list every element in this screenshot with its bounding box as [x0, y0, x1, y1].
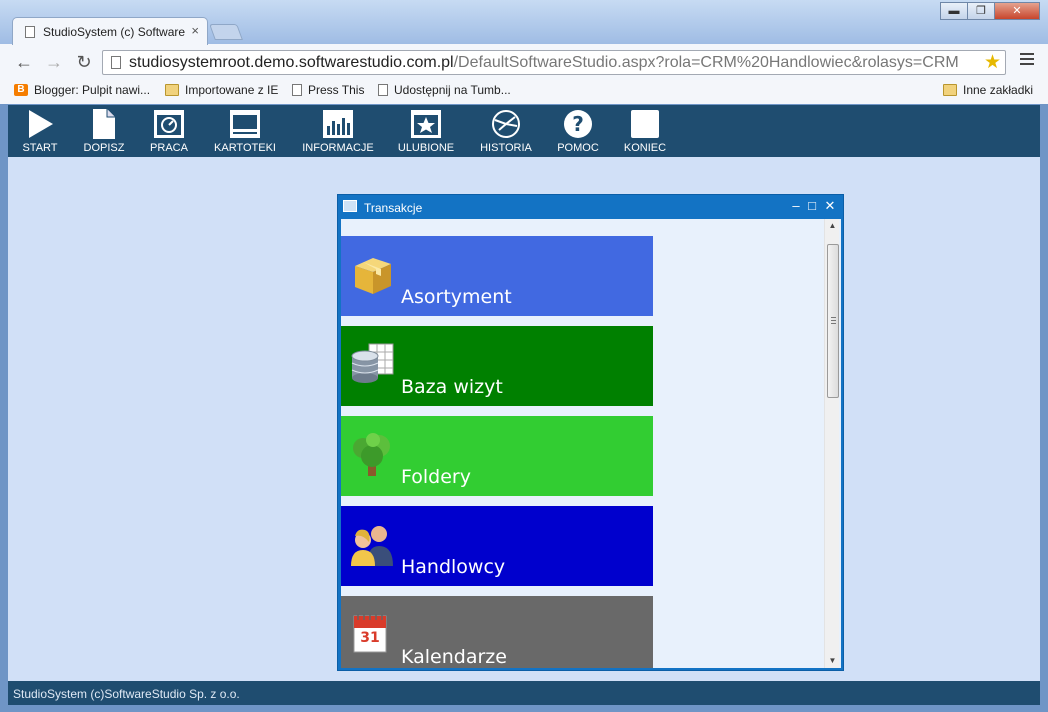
tile-handlowcy[interactable]: Handlowcy: [341, 506, 653, 586]
close-window-button[interactable]: ✕: [994, 2, 1040, 20]
calendar-day: 31: [360, 630, 379, 646]
work-monitor-icon: [154, 110, 184, 138]
window-maximize-button[interactable]: □: [805, 198, 819, 214]
footer-text: StudioSystem (c)SoftwareStudio Sp. z o.o…: [13, 687, 240, 701]
toolbar-label: DOPISZ: [83, 142, 125, 154]
browser-tab[interactable]: StudioSystem (c) Software ×: [12, 17, 208, 45]
menu-icon[interactable]: [1020, 53, 1034, 68]
tile-label: Baza wizyt: [401, 376, 503, 398]
bookmark-label: Udostępnij na Tumb...: [394, 83, 511, 97]
url-path: /DefaultSoftwareStudio.aspx?rola=CRM%20H…: [453, 54, 959, 71]
toolbar-dopisz[interactable]: DOPISZ: [80, 108, 128, 154]
tile-label: Handlowcy: [401, 556, 506, 578]
window-title: Transakcje: [364, 201, 423, 215]
toolbar-label: ULUBIONE: [397, 142, 455, 154]
tile-asortyment[interactable]: Asortyment: [341, 236, 653, 316]
tile-label: Asortyment: [401, 286, 512, 308]
toolbar-label: INFORMACJE: [302, 142, 374, 154]
window-minimize-button[interactable]: ‒: [789, 198, 803, 214]
calendar-icon: 31: [353, 614, 387, 653]
history-icon: [492, 110, 520, 138]
help-icon: ?: [564, 110, 592, 138]
window-close-button[interactable]: ✕: [823, 198, 837, 214]
vertical-scrollbar[interactable]: ▲ ▼: [824, 219, 839, 668]
toolbar-historia[interactable]: HISTORIA: [476, 108, 536, 154]
bookmark-label: Inne zakładki: [963, 83, 1034, 97]
forward-button[interactable]: →: [42, 51, 66, 73]
chart-icon: [323, 110, 353, 138]
folder-icon: [165, 84, 179, 96]
app-footer: StudioSystem (c)SoftwareStudio Sp. z o.o…: [8, 681, 1040, 705]
window-icon: [343, 200, 357, 212]
toolbar-praca[interactable]: PRACA: [148, 108, 190, 154]
toolbar-pomoc[interactable]: ? POMOC: [554, 108, 602, 154]
bookmark-label: Importowane z IE: [185, 83, 279, 97]
people-icon: [351, 526, 393, 566]
window-border-right: [1040, 104, 1048, 712]
tile-foldery[interactable]: Foldery: [341, 416, 653, 496]
reload-button[interactable]: ↻: [72, 51, 96, 73]
new-tab-button[interactable]: [209, 24, 243, 40]
tile-kalendarze[interactable]: 31 Kalendarze: [341, 596, 653, 668]
window-titlebar[interactable]: Transakcje ‒ □ ✕: [338, 195, 843, 219]
transakcje-window: Transakcje ‒ □ ✕ Asortyment Baza wizyt F…: [337, 194, 844, 671]
toolbar-koniec[interactable]: KONIEC: [620, 108, 670, 154]
tile-baza-wizyt[interactable]: Baza wizyt: [341, 326, 653, 406]
toolbar-ulubione[interactable]: ULUBIONE: [394, 108, 458, 154]
blogger-icon: B: [14, 84, 28, 96]
page-icon: [111, 56, 121, 69]
navigation-bar: ← → ↻ studiosystemroot.demo.softwarestud…: [0, 45, 1048, 80]
window-buttons: ▬ ❐ ✕: [940, 2, 1040, 20]
bookmark-blogger[interactable]: B Blogger: Pulpit nawi...: [14, 83, 150, 97]
scrollbar-thumb[interactable]: [827, 244, 839, 398]
bookmark-importowane[interactable]: Importowane z IE: [165, 83, 278, 97]
play-icon: [29, 110, 53, 138]
tiles-panel: Asortyment Baza wizyt Foldery Handlowcy …: [341, 219, 841, 668]
bookmark-label: Press This: [308, 83, 365, 97]
page-icon: [25, 26, 35, 38]
bookmark-other[interactable]: Inne zakładki: [943, 83, 1033, 97]
window-border-left: [0, 104, 8, 712]
grip-icon: [831, 317, 836, 326]
tree-icon: [353, 433, 390, 476]
bookmark-label: Blogger: Pulpit nawi...: [34, 83, 151, 97]
page-icon: [292, 84, 302, 96]
scroll-down-icon[interactable]: ▼: [825, 654, 840, 668]
toolbar-label: START: [22, 142, 58, 154]
tab-close-icon[interactable]: ×: [191, 23, 199, 38]
tile-label: Kalendarze: [401, 646, 507, 668]
url-host: studiosystemroot.demo.softwarestudio.com…: [129, 54, 454, 71]
favorites-star-icon: [411, 110, 441, 138]
tab-title: StudioSystem (c) Software: [43, 25, 186, 39]
browser-chrome: StudioSystem (c) Software × ▬ ❐ ✕ ← → ↻ …: [0, 0, 1048, 104]
new-document-icon: [93, 109, 115, 139]
svg-text:?: ?: [572, 112, 584, 136]
bookmark-press-this[interactable]: Press This: [292, 83, 364, 97]
toolbar-label: KONIEC: [623, 142, 667, 154]
database-icon: [351, 343, 394, 383]
toolbar-label: POMOC: [557, 142, 599, 154]
page-icon: [378, 84, 388, 96]
address-bar[interactable]: studiosystemroot.demo.softwarestudio.com…: [102, 50, 1006, 75]
toolbar-kartoteki[interactable]: KARTOTEKI: [210, 108, 280, 154]
maximize-button[interactable]: ❐: [967, 2, 995, 20]
toolbar-label: PRACA: [150, 142, 188, 154]
toolbar-start[interactable]: START: [20, 108, 60, 154]
toolbar-label: KARTOTEKI: [214, 142, 276, 154]
bookmarks-bar: B Blogger: Pulpit nawi... Importowane z …: [0, 80, 1048, 102]
folder-icon: [943, 84, 957, 96]
records-icon: [230, 110, 260, 138]
back-button[interactable]: ←: [12, 51, 36, 73]
box-icon: [355, 258, 391, 294]
tile-label: Foldery: [401, 466, 471, 488]
toolbar-label: HISTORIA: [480, 142, 532, 154]
exit-icon: [631, 110, 659, 138]
url-text: studiosystemroot.demo.softwarestudio.com…: [129, 54, 959, 72]
app-toolbar: START DOPISZ PRACA KARTOTEKI INFORMACJE: [8, 105, 1040, 157]
bookmark-tumblr[interactable]: Udostępnij na Tumb...: [378, 83, 511, 97]
toolbar-informacje[interactable]: INFORMACJE: [300, 108, 376, 154]
minimize-button[interactable]: ▬: [940, 2, 968, 20]
bookmark-star-icon[interactable]: ★: [984, 51, 1001, 74]
scroll-up-icon[interactable]: ▲: [825, 219, 840, 233]
